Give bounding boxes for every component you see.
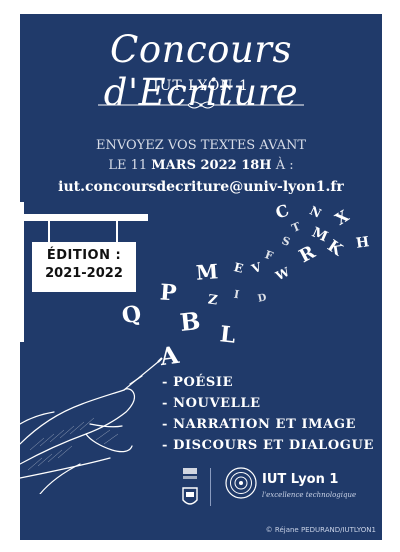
- flying-letter: W: [273, 264, 292, 284]
- sign-chain-right: [116, 221, 118, 243]
- flying-letter: B: [178, 306, 202, 337]
- flying-letter: Q: [119, 300, 144, 330]
- sign-arm: [20, 214, 148, 221]
- flying-letter: E: [232, 260, 245, 276]
- edition-label: ÉDITION :: [46, 248, 122, 263]
- deadline-post: À :: [271, 158, 294, 173]
- deadline-block: ENVOYEZ VOS TEXTES AVANT LE 11 MARS 2022…: [20, 136, 382, 197]
- flying-letter: N: [307, 203, 324, 221]
- flying-letter: M: [195, 259, 219, 285]
- flying-letter: F: [263, 248, 275, 263]
- university-logo: [182, 468, 198, 505]
- category-item: - POÉSIE: [162, 375, 234, 390]
- poster-subtitle: IUT LYON 1: [153, 78, 249, 94]
- flying-letter: V: [249, 259, 264, 277]
- flying-letter: D: [256, 292, 268, 305]
- photo-credit: © Réjane PEDURAND/IUTLYON1: [265, 526, 376, 534]
- flying-letter: X: [331, 206, 353, 229]
- deadline-date: MARS 2022 18H: [151, 158, 272, 173]
- iut-logo-tagline: l'excellence technologique: [262, 491, 357, 499]
- flying-letter: T: [289, 219, 303, 236]
- iut-logo-name: IUT Lyon 1: [262, 472, 339, 487]
- category-list: - POÉSIE - NOUVELLE - NARRATION ET IMAGE…: [162, 372, 374, 456]
- flying-letter: K: [324, 235, 347, 260]
- category-item: - DISCOURS ET DIALOGUE: [162, 438, 374, 453]
- edition-sign: ÉDITION : 2021-2022: [32, 242, 136, 292]
- writing-hand-illustration: [20, 357, 163, 494]
- flying-letter: S: [280, 234, 292, 249]
- ornament-divider: [98, 101, 304, 109]
- iut-logo-icon: [225, 467, 257, 499]
- flying-letter: I: [232, 287, 241, 302]
- deadline-line2: LE 11 MARS 2022 18H À :: [20, 156, 382, 176]
- flying-letter: Z: [207, 292, 219, 309]
- flying-letter: C: [272, 200, 292, 223]
- deadline-line1: ENVOYEZ VOS TEXTES AVANT: [95, 138, 307, 153]
- flying-letter: M: [309, 224, 331, 246]
- flying-letter: P: [159, 279, 178, 307]
- category-item: - NOUVELLE: [162, 396, 261, 411]
- category-item: - NARRATION ET IMAGE: [162, 417, 357, 432]
- flying-letter: H: [354, 234, 371, 252]
- logo-divider: [210, 468, 211, 506]
- contact-email[interactable]: iut.concoursdecriture@univ-lyon1.fr: [20, 177, 382, 197]
- deadline-pre: LE 11: [108, 158, 152, 173]
- sign-post: [20, 202, 24, 342]
- flying-letter: L: [218, 321, 237, 349]
- poster: Concours d'Ecriture IUT LYON 1 ENVOYEZ V…: [20, 14, 382, 540]
- flying-letter: R: [295, 241, 319, 268]
- edition-years: 2021-2022: [45, 266, 123, 281]
- sign-chain-left: [48, 221, 50, 243]
